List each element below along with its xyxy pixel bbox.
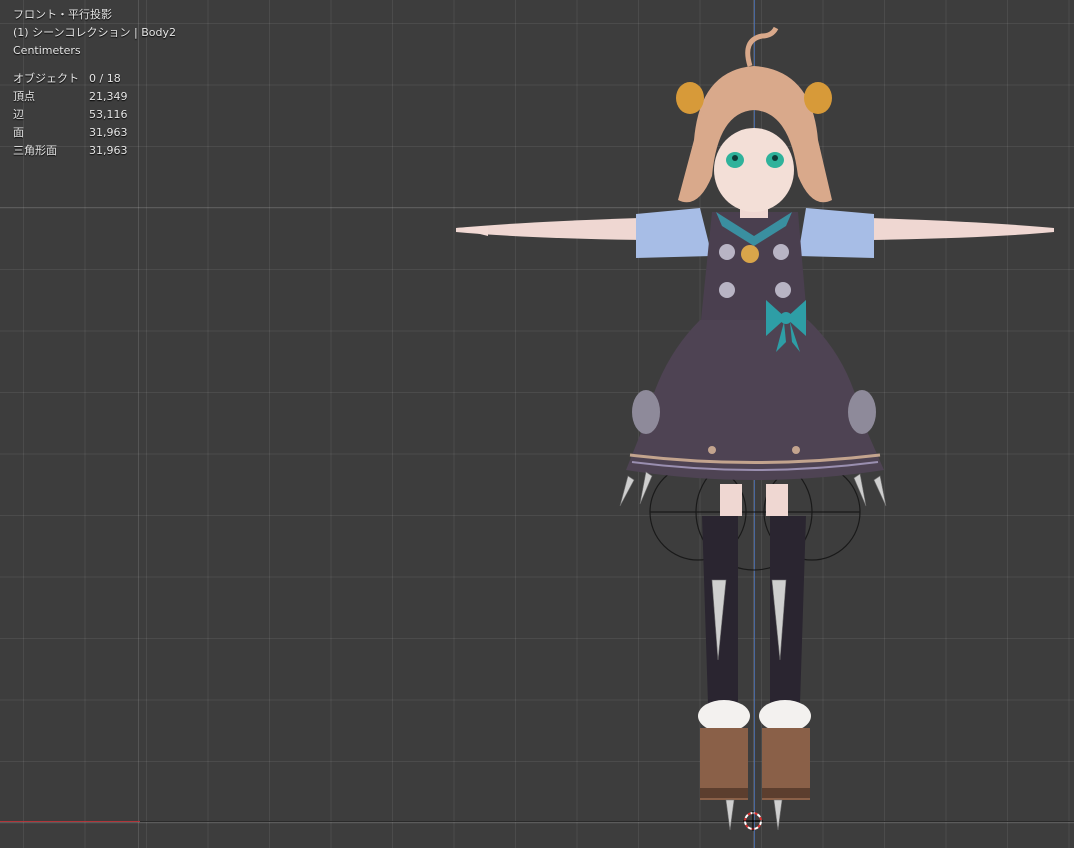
collection-label: (1) シーンコレクション | Body2 (13, 26, 176, 39)
stat-row: オブジェクト 0 / 18 (13, 70, 176, 88)
stat-value: 0 / 18 (89, 72, 121, 85)
scene-statistics: オブジェクト 0 / 18 頂点 21,349 辺 53,116 面 31,96… (13, 70, 176, 160)
stat-value: 21,349 (89, 90, 128, 103)
3d-cursor-icon[interactable] (743, 811, 763, 831)
character-model-icon[interactable] (440, 15, 1060, 845)
stat-label: オブジェクト (13, 72, 79, 85)
armature-bones (619, 471, 887, 831)
face (714, 128, 794, 212)
view-name: フロント・平行投影 (13, 8, 112, 21)
stat-value: 53,116 (89, 108, 128, 121)
stat-label: 辺 (13, 108, 24, 121)
stat-row: 頂点 21,349 (13, 88, 176, 106)
units-label: Centimeters (13, 44, 81, 57)
dress-bodice (700, 212, 808, 330)
3d-viewport[interactable]: フロント・平行投影 (1) シーンコレクション | Body2 Centimet… (0, 0, 1074, 848)
stat-row: 辺 53,116 (13, 106, 176, 124)
right-sleeve (798, 208, 874, 258)
stat-value: 31,963 (89, 126, 128, 139)
stat-value: 31,963 (89, 144, 128, 157)
x-axis-red-line (0, 821, 140, 822)
stat-row: 面 31,963 (13, 124, 176, 142)
left-sleeve (636, 208, 712, 258)
stat-label: 面 (13, 126, 24, 139)
right-arm (870, 218, 1054, 240)
stat-row: 三角形面 31,963 (13, 142, 176, 160)
stat-label: 三角形面 (13, 144, 57, 157)
dress-skirt (626, 320, 884, 480)
stat-label: 頂点 (13, 90, 35, 103)
left-arm (456, 218, 640, 240)
viewport-info-overlay: フロント・平行投影 (1) シーンコレクション | Body2 Centimet… (13, 6, 176, 160)
